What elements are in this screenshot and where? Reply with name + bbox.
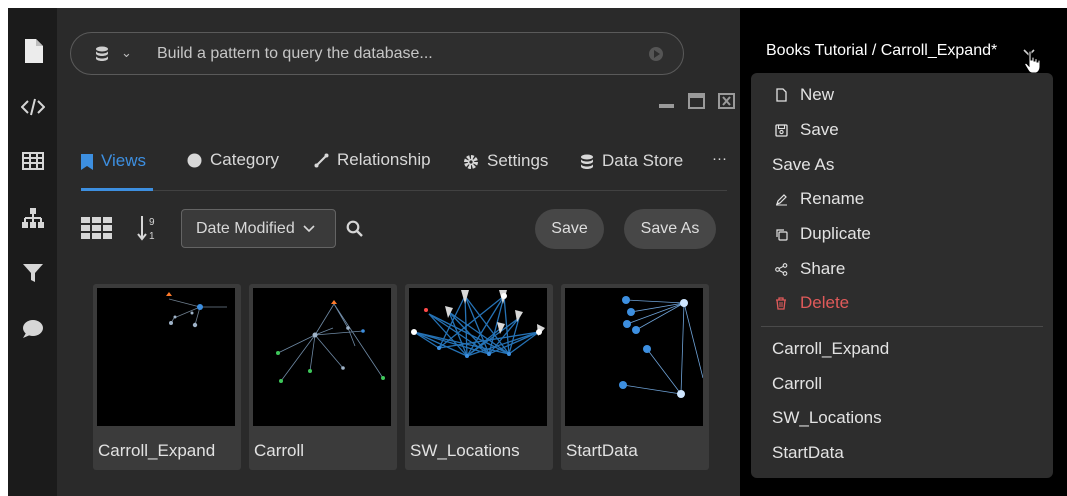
view-thumbnail [409,288,547,426]
menu-item-duplicate[interactable]: Duplicate [773,222,871,246]
bookmark-icon [81,151,93,175]
svg-text:1: 1 [149,231,155,242]
menu-item-label: Save As [772,155,835,174]
more-tabs-button[interactable]: ··· [712,150,727,194]
chevron-down-icon [303,220,315,238]
database-icon[interactable] [95,46,109,66]
menu-view-sw-locations[interactable]: SW_Locations [772,406,882,430]
tab-settings[interactable]: Settings [463,151,548,195]
tab-divider [81,190,727,191]
sort-select-value: Date Modified [196,219,295,237]
database-icon [580,151,594,175]
tab-label: Category [210,150,279,169]
filter-icon[interactable] [20,260,46,286]
tab-label: Views [101,151,147,170]
grid-view-icon[interactable] [81,217,113,244]
active-tab-indicator [81,188,153,191]
close-icon[interactable] [718,93,735,109]
file-icon[interactable] [20,38,46,64]
code-icon[interactable] [20,94,46,120]
menu-item-label: Rename [800,189,865,208]
menu-item-delete[interactable]: Delete [773,291,849,315]
query-bar[interactable]: ⌄ [70,32,684,75]
view-card-label: StartData [566,441,638,460]
view-card-label: Carroll [254,441,305,460]
share-icon [773,262,789,276]
menu-view-carroll[interactable]: Carroll [772,372,822,396]
hierarchy-icon[interactable] [20,205,46,231]
tab-relationship[interactable]: Relationship [314,150,431,194]
search-icon[interactable] [346,220,363,242]
view-menu-panel: Books Tutorial / Carroll_Expand* New Sav… [740,8,1067,496]
view-thumbnail [253,288,391,426]
copy-icon [773,228,789,241]
sort-order-icon[interactable]: 9 1 [137,214,159,247]
trash-icon [773,296,789,310]
view-dropdown-menu: New Save Save As Rename Duplicate Share [751,73,1053,478]
menu-item-rename[interactable]: Rename [773,187,864,211]
sort-select[interactable]: Date Modified [181,209,336,248]
view-card-carroll-expand[interactable]: Carroll_Expand [93,284,241,470]
menu-view-startdata[interactable]: StartData [772,441,844,465]
view-thumbnail [97,288,235,426]
menu-item-share[interactable]: Share [773,257,845,281]
menu-item-label: Delete [800,293,850,312]
gear-icon [463,151,479,175]
tab-label: Relationship [337,150,431,169]
tab-label: Data Store [602,151,684,170]
table-icon[interactable] [20,148,46,174]
file-icon [773,88,789,102]
views-panel: ⌄ Views Category Relationship Settin [57,8,740,496]
menu-item-label: SW_Locations [772,408,882,427]
save-as-button[interactable]: Save As [624,209,716,249]
app-window: ⌄ Views Category Relationship Settin [8,8,1067,496]
line-icon [314,150,329,173]
menu-view-carroll-expand[interactable]: Carroll_Expand [772,337,889,361]
tab-label: Settings [487,151,549,170]
view-card-label: SW_Locations [410,441,520,460]
tab-category[interactable]: Category [187,150,279,194]
maximize-icon[interactable] [688,93,705,109]
tab-data-store[interactable]: Data Store [580,151,683,195]
pencil-icon [773,193,789,206]
icon-sidebar [8,8,57,496]
view-card-startdata[interactable]: StartData [561,284,709,470]
menu-item-save[interactable]: Save [773,118,839,142]
chevron-down-icon[interactable]: ⌄ [121,45,132,61]
menu-divider [761,326,1043,327]
menu-item-save-as[interactable]: Save As [772,153,834,177]
save-icon [773,123,789,137]
chat-icon[interactable] [20,316,46,342]
run-query-icon[interactable] [649,47,663,61]
query-input[interactable] [157,43,627,65]
menu-item-label: Carroll [772,374,823,393]
menu-item-label: Duplicate [800,224,871,243]
svg-text:9: 9 [149,217,155,228]
view-thumbnail [565,288,703,426]
minimize-icon[interactable] [658,93,675,109]
view-card-label: Carroll_Expand [98,441,216,460]
menu-item-label: Share [800,259,846,278]
more-icon: ··· [712,150,727,167]
breadcrumb[interactable]: Books Tutorial / Carroll_Expand* [766,42,997,60]
circle-icon [187,150,202,173]
view-card-carroll[interactable]: Carroll [249,284,397,470]
menu-item-label: StartData [772,443,844,462]
menu-item-label: Carroll_Expand [772,339,890,358]
save-button[interactable]: Save [535,209,604,249]
view-card-sw-locations[interactable]: SW_Locations [405,284,553,470]
menu-item-label: Save [800,120,839,139]
menu-item-label: New [800,85,835,104]
menu-item-new[interactable]: New [773,83,834,107]
